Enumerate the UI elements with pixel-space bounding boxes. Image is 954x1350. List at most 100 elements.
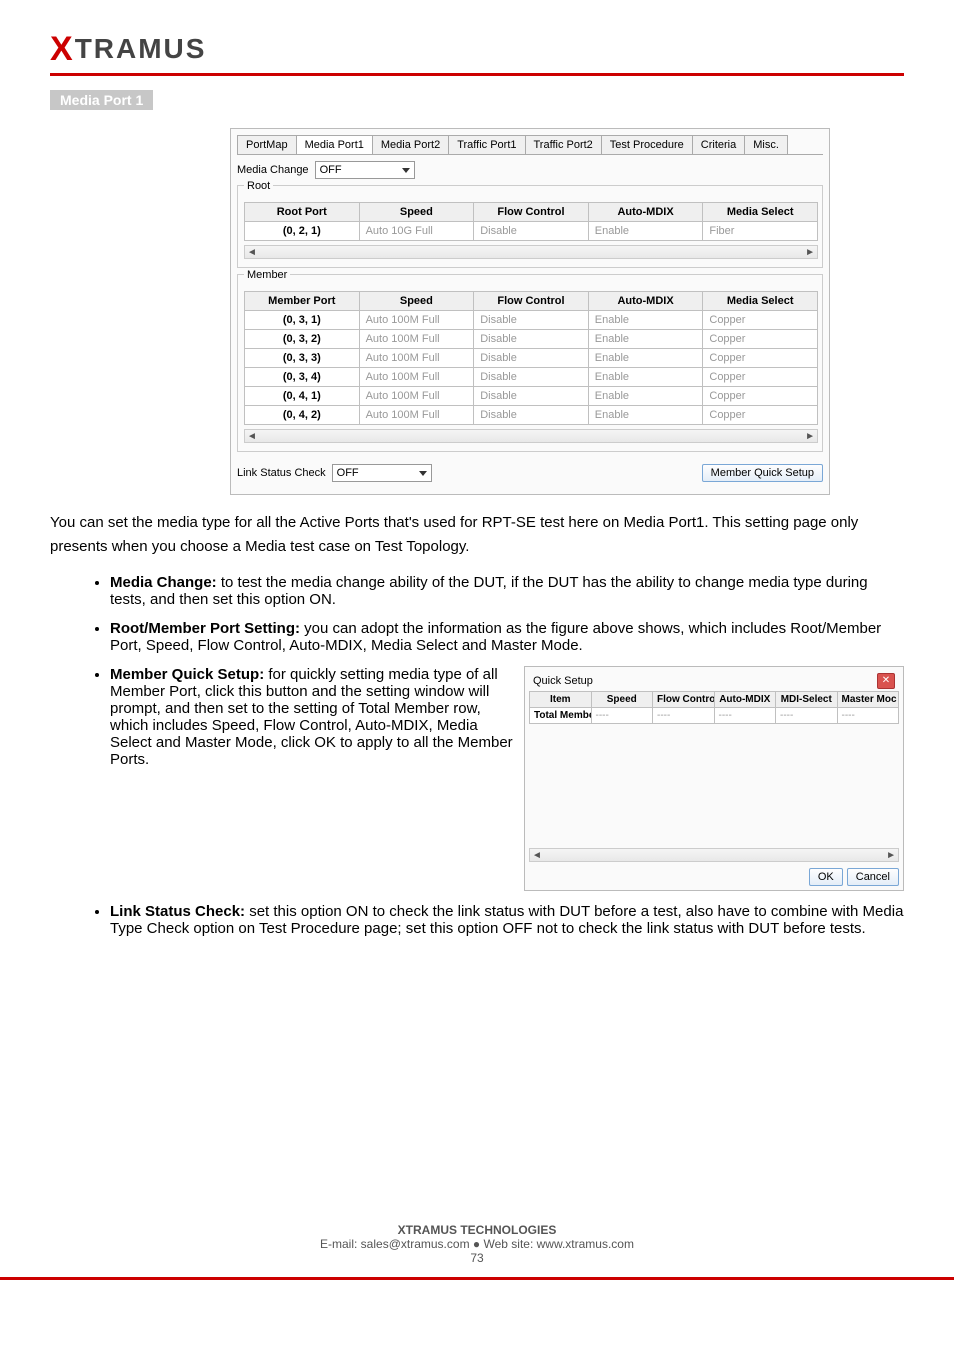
tab-bar: PortMap Media Port1 Media Port2 Traffic …: [237, 135, 823, 155]
col-root-port: Root Port: [245, 203, 360, 222]
horizontal-scrollbar[interactable]: ◄►: [244, 245, 818, 259]
section-heading: Media Port 1: [50, 90, 153, 110]
col-speed: Speed: [359, 203, 474, 222]
speed-cell[interactable]: Auto 10G Full: [359, 222, 474, 241]
bullet-media-change: Media Change: to test the media change a…: [110, 574, 904, 608]
speed-cell[interactable]: Auto 100M Full: [359, 349, 474, 368]
table-row: (0, 4, 2)Auto 100M FullDisableEnableCopp…: [245, 406, 818, 425]
member-port-cell: (0, 3, 1): [245, 311, 360, 330]
mdix-cell[interactable]: Enable: [588, 368, 703, 387]
tab-misc[interactable]: Misc.: [744, 135, 788, 154]
media-cell[interactable]: Copper: [703, 387, 818, 406]
table-row: (0, 2, 1) Auto 10G Full Disable Enable F…: [245, 222, 818, 241]
quick-setup-table: Item Speed Flow Control Auto-MDIX MDI-Se…: [529, 691, 899, 724]
mdix-cell[interactable]: Enable: [588, 311, 703, 330]
media-cell[interactable]: Fiber: [703, 222, 818, 241]
col-flow-control: Flow Control: [653, 692, 715, 708]
table-row: (0, 3, 1)Auto 100M FullDisableEnableCopp…: [245, 311, 818, 330]
flow-cell[interactable]: Disable: [474, 330, 589, 349]
col-auto-mdix: Auto-MDIX: [588, 203, 703, 222]
col-media-select: Media Select: [703, 203, 818, 222]
chevron-down-icon: [402, 168, 410, 173]
mdix-cell[interactable]: Enable: [588, 406, 703, 425]
flow-cell[interactable]: Disable: [474, 222, 589, 241]
col-member-port: Member Port: [245, 292, 360, 311]
col-flow-control: Flow Control: [474, 203, 589, 222]
flow-cell[interactable]: ----: [653, 708, 715, 724]
member-port-cell: (0, 3, 4): [245, 368, 360, 387]
col-auto-mdix: Auto-MDIX: [714, 692, 776, 708]
root-table: Root Port Speed Flow Control Auto-MDIX M…: [244, 202, 818, 241]
speed-cell[interactable]: Auto 100M Full: [359, 387, 474, 406]
media-cell[interactable]: Copper: [703, 330, 818, 349]
col-flow-control: Flow Control: [474, 292, 589, 311]
speed-cell[interactable]: Auto 100M Full: [359, 406, 474, 425]
media-cell[interactable]: Copper: [703, 406, 818, 425]
tab-traffic-port1[interactable]: Traffic Port1: [448, 135, 525, 154]
tab-portmap[interactable]: PortMap: [237, 135, 297, 154]
flow-cell[interactable]: Disable: [474, 349, 589, 368]
speed-cell[interactable]: Auto 100M Full: [359, 368, 474, 387]
cancel-button[interactable]: Cancel: [847, 868, 899, 886]
table-row: (0, 3, 3)Auto 100M FullDisableEnableCopp…: [245, 349, 818, 368]
mdix-cell[interactable]: Enable: [588, 387, 703, 406]
master-mode-cell[interactable]: ----: [837, 708, 899, 724]
link-status-select[interactable]: OFF: [332, 464, 432, 482]
close-icon[interactable]: ✕: [877, 673, 895, 689]
speed-cell[interactable]: ----: [591, 708, 653, 724]
member-group: Member Member Port Speed Flow Control Au…: [237, 274, 823, 452]
mdix-cell[interactable]: ----: [714, 708, 776, 724]
mdi-select-cell[interactable]: ----: [776, 708, 838, 724]
bullet-link-status: Link Status Check: set this option ON to…: [110, 903, 904, 937]
member-port-cell: (0, 3, 2): [245, 330, 360, 349]
flow-cell[interactable]: Disable: [474, 368, 589, 387]
media-cell[interactable]: Copper: [703, 349, 818, 368]
chevron-down-icon: [419, 471, 427, 476]
tab-media-port2[interactable]: Media Port2: [372, 135, 449, 154]
logo-divider: [50, 73, 904, 76]
flow-cell[interactable]: Disable: [474, 387, 589, 406]
dialog-title: Quick Setup: [533, 675, 593, 687]
col-master-mode: Master Moc: [837, 692, 899, 708]
speed-cell[interactable]: Auto 100M Full: [359, 330, 474, 349]
media-change-select[interactable]: OFF: [315, 161, 415, 179]
tab-traffic-port2[interactable]: Traffic Port2: [525, 135, 602, 154]
member-port-cell: (0, 4, 2): [245, 406, 360, 425]
col-media-select: Media Select: [703, 292, 818, 311]
horizontal-scrollbar[interactable]: ◄►: [244, 429, 818, 443]
member-table: Member Port Speed Flow Control Auto-MDIX…: [244, 291, 818, 425]
media-cell[interactable]: Copper: [703, 368, 818, 387]
root-port-cell: (0, 2, 1): [245, 222, 360, 241]
table-row: (0, 3, 4)Auto 100M FullDisableEnableCopp…: [245, 368, 818, 387]
col-auto-mdix: Auto-MDIX: [588, 292, 703, 311]
brand-logo: XTRAMUS: [50, 30, 904, 69]
intro-paragraph: You can set the media type for all the A…: [50, 511, 904, 559]
member-quick-setup-button[interactable]: Member Quick Setup: [702, 464, 823, 482]
media-port-panel: PortMap Media Port1 Media Port2 Traffic …: [230, 128, 830, 495]
flow-cell[interactable]: Disable: [474, 311, 589, 330]
media-cell[interactable]: Copper: [703, 311, 818, 330]
page-footer: XTRAMUS TECHNOLOGIES E-mail: sales@xtram…: [0, 1223, 954, 1265]
table-row: (0, 4, 1)Auto 100M FullDisableEnableCopp…: [245, 387, 818, 406]
col-speed: Speed: [359, 292, 474, 311]
root-group: Root Root Port Speed Flow Control Auto-M…: [237, 185, 823, 268]
member-group-title: Member: [244, 269, 290, 281]
media-change-label: Media Change: [237, 164, 309, 176]
mdix-cell[interactable]: Enable: [588, 330, 703, 349]
bullet-root-member: Root/Member Port Setting: you can adopt …: [110, 620, 904, 654]
member-port-cell: (0, 4, 1): [245, 387, 360, 406]
mdix-cell[interactable]: Enable: [588, 349, 703, 368]
tab-criteria[interactable]: Criteria: [692, 135, 745, 154]
flow-cell[interactable]: Disable: [474, 406, 589, 425]
horizontal-scrollbar[interactable]: ◄►: [529, 848, 899, 862]
root-group-title: Root: [244, 180, 273, 192]
bullet-member-quick-setup: Member Quick Setup: for quickly setting …: [110, 666, 904, 891]
col-item: Item: [530, 692, 592, 708]
ok-button[interactable]: OK: [809, 868, 843, 886]
tab-test-procedure[interactable]: Test Procedure: [601, 135, 693, 154]
col-speed: Speed: [591, 692, 653, 708]
mdix-cell[interactable]: Enable: [588, 222, 703, 241]
speed-cell[interactable]: Auto 100M Full: [359, 311, 474, 330]
link-status-label: Link Status Check: [237, 467, 326, 479]
tab-media-port1[interactable]: Media Port1: [296, 135, 373, 154]
